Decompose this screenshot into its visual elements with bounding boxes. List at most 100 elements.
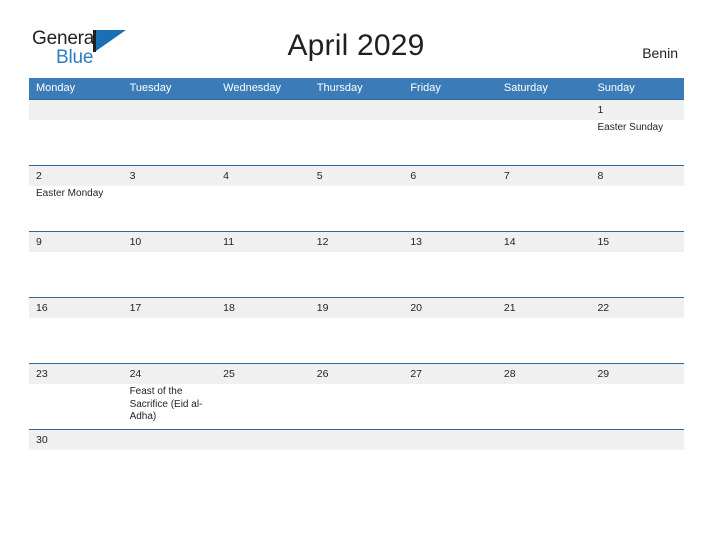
calendar-day-cell[interactable]: 6 — [403, 166, 497, 231]
page-header: General Blue April 2029 Benin — [0, 0, 712, 76]
calendar-day-cell[interactable]: 3 — [123, 166, 217, 231]
day-number — [317, 430, 398, 450]
day-number: 20 — [410, 302, 422, 314]
day-number: 14 — [503, 236, 516, 248]
calendar-week-inner: 9 10 11 12 13 14 15 — [29, 232, 684, 297]
calendar-day-cell[interactable]: 27 — [403, 364, 497, 429]
day-number: 27 — [410, 368, 422, 380]
calendar-day-cell[interactable]: 9 — [29, 232, 123, 297]
page-title: April 2029 — [287, 29, 425, 62]
calendar-week-row: 30 — [29, 429, 684, 450]
calendar-week-row: 2 Easter Monday 3 4 5 6 7 8 — [29, 165, 684, 231]
day-number: 11 — [223, 236, 235, 248]
calendar-day-cell[interactable]: 13 — [403, 232, 497, 297]
calendar-week-inner: 2 Easter Monday 3 4 5 6 7 8 — [29, 166, 684, 231]
day-number — [130, 430, 211, 450]
calendar-day-cell-empty — [310, 430, 404, 450]
day-event-label: Easter Monday — [36, 188, 104, 199]
calendar-day-cell[interactable]: 18 — [216, 298, 310, 363]
calendar-day-cell[interactable]: 21 — [497, 298, 591, 363]
country-label: Benin — [642, 45, 678, 61]
calendar-day-cell[interactable]: 11 — [216, 232, 310, 297]
calendar-week-row: 1 Easter Sunday — [29, 99, 684, 165]
calendar-day-cell[interactable]: 7 — [497, 166, 591, 231]
calendar-day-cell[interactable]: 19 — [310, 298, 404, 363]
calendar-day-cell[interactable]: 24 Feast of the Sacrifice (Eid al-Adha) — [123, 364, 217, 429]
calendar-day-cell-empty — [403, 100, 497, 165]
calendar-day-cell[interactable]: 25 — [216, 364, 310, 429]
calendar-day-cell[interactable]: 8 — [590, 166, 684, 231]
day-number: 26 — [316, 368, 329, 380]
day-number: 15 — [597, 236, 610, 248]
day-number: 8 — [597, 170, 604, 182]
day-number: 4 — [223, 170, 229, 182]
calendar-day-cell[interactable]: 23 — [29, 364, 123, 429]
day-number — [410, 430, 491, 450]
calendar-day-cell[interactable]: 29 — [590, 364, 684, 429]
calendar-day-cell[interactable]: 26 — [310, 364, 404, 429]
weekday-header-monday: Monday — [36, 82, 76, 94]
calendar-weeks: 1 Easter Sunday 2 Easter Monday 3 4 5 6 7 8 9 10 11 1… — [29, 99, 684, 450]
calendar-day-cell[interactable]: 22 — [590, 298, 684, 363]
calendar-day-cell[interactable]: 28 — [497, 364, 591, 429]
day-number: 12 — [316, 236, 329, 248]
day-number: 18 — [223, 302, 235, 314]
weekday-header-tuesday: Tuesday — [129, 82, 172, 94]
calendar-day-cell[interactable]: 15 — [590, 232, 684, 297]
day-number — [36, 100, 117, 120]
day-number — [317, 100, 398, 120]
day-number: 1 — [597, 104, 604, 116]
calendar-day-cell[interactable]: 10 — [123, 232, 217, 297]
calendar-day-cell-empty — [29, 100, 123, 165]
calendar-day-cell[interactable]: 17 — [123, 298, 217, 363]
day-number: 28 — [503, 368, 516, 380]
calendar-day-cell-empty — [310, 100, 404, 165]
calendar-week-row: 23 24 Feast of the Sacrifice (Eid al-Adha)… — [29, 363, 684, 429]
day-number: 16 — [36, 302, 48, 314]
calendar-week-inner: 16 17 18 19 20 21 22 — [29, 298, 684, 363]
calendar-day-cell-empty — [497, 430, 591, 450]
day-number — [504, 430, 585, 450]
day-number — [597, 430, 678, 450]
calendar-day-cell[interactable]: 20 — [403, 298, 497, 363]
day-number: 13 — [410, 236, 422, 248]
weekday-header-friday: Friday — [410, 82, 441, 94]
calendar-day-cell[interactable]: 2 Easter Monday — [29, 166, 123, 231]
weekday-header-sunday: Sunday — [597, 82, 635, 94]
day-event-label: Easter Sunday — [597, 122, 664, 133]
calendar-day-cell-empty — [123, 430, 217, 450]
day-number: 30 — [36, 434, 48, 446]
calendar-day-cell[interactable]: 14 — [497, 232, 591, 297]
calendar-week-row: 9 10 11 12 13 14 15 — [29, 231, 684, 297]
day-number: 5 — [316, 170, 323, 182]
calendar-day-cell-empty — [497, 100, 591, 165]
day-number — [504, 100, 585, 120]
calendar-day-cell[interactable]: 12 — [310, 232, 404, 297]
calendar-day-cell[interactable]: 5 — [310, 166, 404, 231]
day-number: 7 — [503, 170, 510, 182]
day-number — [223, 100, 304, 120]
calendar-day-cell[interactable]: 4 — [216, 166, 310, 231]
day-number: 22 — [597, 302, 610, 314]
day-number: 9 — [36, 236, 42, 248]
day-number: 10 — [129, 236, 142, 248]
calendar-day-cell-empty — [123, 100, 217, 165]
day-event-label: Feast of the Sacrifice (Eid al-Adha) — [129, 386, 203, 422]
day-number: 2 — [36, 170, 42, 182]
calendar-grid: Monday Tuesday Wednesday Thursday Friday… — [29, 78, 684, 450]
calendar-day-cell-empty — [216, 100, 310, 165]
calendar-page: General Blue April 2029 Benin Monday Tue… — [0, 0, 712, 550]
calendar-day-cell-empty — [590, 430, 684, 450]
calendar-week-inner: 1 Easter Sunday — [29, 100, 684, 165]
day-number: 3 — [129, 170, 136, 182]
day-number — [410, 100, 491, 120]
day-number: 24 — [129, 368, 142, 380]
calendar-day-cell-empty — [216, 430, 310, 450]
calendar-week-inner: 23 24 Feast of the Sacrifice (Eid al-Adha)… — [29, 364, 684, 429]
day-number: 17 — [129, 302, 142, 314]
calendar-day-cell[interactable]: 1 Easter Sunday — [590, 100, 684, 165]
day-number: 23 — [36, 368, 48, 380]
calendar-day-cell[interactable]: 16 — [29, 298, 123, 363]
calendar-day-cell[interactable]: 30 — [29, 430, 123, 450]
weekday-header-wednesday: Wednesday — [223, 82, 282, 94]
